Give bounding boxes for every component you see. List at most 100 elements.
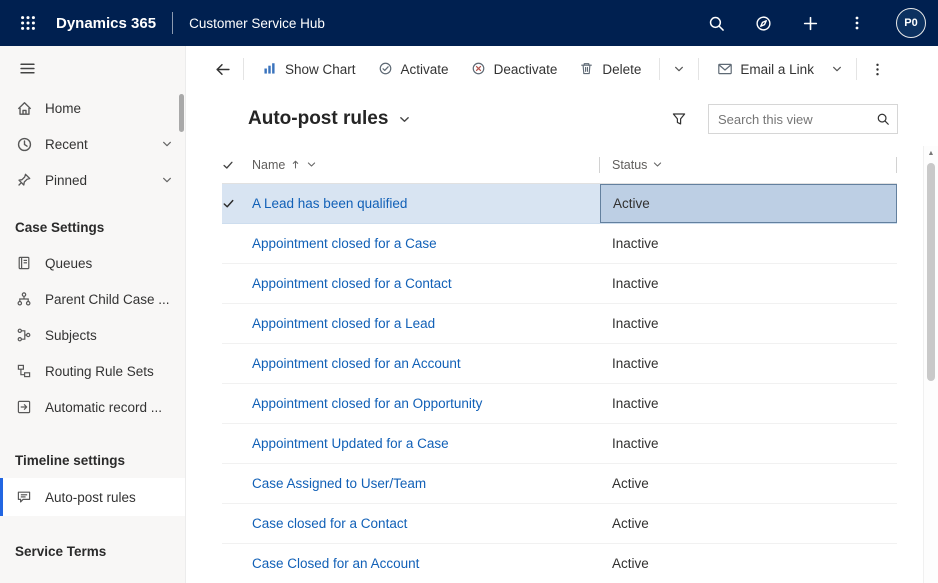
delete-button[interactable]: Delete — [568, 52, 652, 86]
table-row[interactable]: Appointment closed for a Contact Inactiv… — [222, 264, 897, 304]
row-select-checkbox[interactable] — [222, 504, 252, 543]
row-select-checkbox[interactable] — [222, 184, 252, 223]
sidebar-item-home[interactable]: Home — [0, 90, 185, 126]
scrollbar-thumb[interactable] — [927, 163, 935, 381]
sidebar-item-queues[interactable]: Queues — [0, 245, 185, 281]
sidebar-item-label: Subjects — [45, 328, 97, 343]
rule-name-link[interactable]: Appointment closed for a Lead — [252, 304, 600, 343]
main-content: Show Chart Activate Deactivate — [186, 46, 938, 583]
row-select-checkbox[interactable] — [222, 464, 252, 503]
rule-name-link[interactable]: Appointment closed for an Account — [252, 344, 600, 383]
app-name[interactable]: Customer Service Hub — [189, 16, 325, 31]
rule-name-link[interactable]: Case Closed for an Account — [252, 544, 600, 583]
chevron-down-icon[interactable] — [161, 138, 173, 150]
column-header-name[interactable]: Name — [252, 146, 600, 183]
table-row[interactable]: Appointment closed for an Account Inacti… — [222, 344, 897, 384]
view-selector[interactable]: Auto-post rules — [248, 108, 411, 130]
show-chart-button[interactable]: Show Chart — [251, 52, 367, 86]
sidebar-item-label: Parent Child Case ... — [45, 292, 170, 307]
parent-child-case-icon — [15, 290, 33, 308]
rule-status-cell[interactable]: Inactive — [600, 264, 897, 303]
brand-title[interactable]: Dynamics 365 — [56, 15, 156, 32]
row-select-checkbox[interactable] — [222, 264, 252, 303]
chevron-down-icon — [673, 63, 685, 75]
sidebar-item-parent-child-case[interactable]: Parent Child Case ... — [0, 281, 185, 317]
rule-name-link[interactable]: Appointment Updated for a Case — [252, 424, 600, 463]
check-icon — [222, 197, 235, 210]
sidebar: Home Recent Pinned Case Settings — [0, 46, 186, 583]
table-row[interactable]: Case Closed for an Account Active — [222, 544, 897, 583]
column-divider[interactable] — [896, 157, 897, 173]
magnifier-icon[interactable] — [876, 112, 890, 126]
check-icon — [222, 159, 234, 171]
table-row[interactable]: A Lead has been qualified Active — [222, 184, 897, 224]
rule-name-link[interactable]: Appointment closed for an Opportunity — [252, 384, 600, 423]
rule-status-cell[interactable]: Inactive — [600, 384, 897, 423]
rule-name-link[interactable]: A Lead has been qualified — [252, 184, 600, 223]
email-a-link-button[interactable]: Email a Link — [706, 52, 825, 86]
rule-name-link[interactable]: Case closed for a Contact — [252, 504, 600, 543]
chevron-down-icon[interactable] — [161, 174, 173, 186]
rule-status-cell[interactable]: Active — [600, 464, 897, 503]
deactivate-button[interactable]: Deactivate — [460, 52, 569, 86]
email-split-chevron-button[interactable] — [825, 54, 849, 84]
table-row[interactable]: Appointment Updated for a Case Inactive — [222, 424, 897, 464]
quick-create-button[interactable] — [794, 7, 826, 39]
back-button[interactable] — [208, 54, 236, 84]
waffle-menu-button[interactable] — [12, 7, 44, 39]
global-search-button[interactable] — [700, 7, 732, 39]
commandbar-divider — [698, 58, 699, 80]
row-select-checkbox[interactable] — [222, 384, 252, 423]
email-a-link-label: Email a Link — [740, 62, 814, 77]
rule-status-cell[interactable]: Active — [600, 544, 897, 583]
sidebar-item-recent[interactable]: Recent — [0, 126, 185, 162]
sidebar-item-label: Automatic record ... — [45, 400, 162, 415]
row-select-checkbox[interactable] — [222, 544, 252, 583]
column-header-status[interactable]: Status — [600, 146, 897, 183]
search-icon — [708, 15, 725, 32]
rule-status-cell[interactable]: Active — [600, 184, 897, 223]
view-search-box — [708, 104, 898, 134]
table-row[interactable]: Case closed for a Contact Active — [222, 504, 897, 544]
guided-help-button[interactable] — [747, 7, 779, 39]
delete-split-chevron-button[interactable] — [667, 54, 691, 84]
sidebar-item-routing-rule-sets[interactable]: Routing Rule Sets — [0, 353, 185, 389]
table-row[interactable]: Appointment closed for an Opportunity In… — [222, 384, 897, 424]
row-select-checkbox[interactable] — [222, 304, 252, 343]
avatar[interactable]: P0 — [896, 8, 926, 38]
rule-name-link[interactable]: Appointment closed for a Case — [252, 224, 600, 263]
row-select-checkbox[interactable] — [222, 424, 252, 463]
rule-name-link[interactable]: Appointment closed for a Contact — [252, 264, 600, 303]
scroll-up-arrow[interactable]: ▲ — [924, 146, 938, 160]
rule-name-link[interactable]: Case Assigned to User/Team — [252, 464, 600, 503]
rule-status-cell[interactable]: Inactive — [600, 424, 897, 463]
grid-scrollbar[interactable]: ▲ — [923, 146, 938, 583]
sidebar-item-pinned[interactable]: Pinned — [0, 162, 185, 198]
commandbar-overflow-button[interactable] — [864, 54, 892, 84]
sitemap-toggle-button[interactable] — [13, 54, 41, 82]
activate-button[interactable]: Activate — [367, 52, 460, 86]
filter-button[interactable] — [668, 108, 690, 130]
view-search-input[interactable] — [709, 112, 876, 127]
sidebar-item-subjects[interactable]: Subjects — [0, 317, 185, 353]
rules-grid: Name Status — [222, 146, 897, 583]
sidebar-item-automatic-record[interactable]: Automatic record ... — [0, 389, 185, 425]
row-select-checkbox[interactable] — [222, 224, 252, 263]
chevron-down-icon — [398, 113, 411, 126]
rule-status-cell[interactable]: Inactive — [600, 344, 897, 383]
rule-status-cell[interactable]: Inactive — [600, 224, 897, 263]
commandbar-divider — [659, 58, 660, 80]
table-row[interactable]: Appointment closed for a Case Inactive — [222, 224, 897, 264]
table-row[interactable]: Case Assigned to User/Team Active — [222, 464, 897, 504]
select-all-checkbox[interactable] — [222, 159, 252, 171]
topbar-more-button[interactable] — [841, 7, 873, 39]
table-row[interactable]: Appointment closed for a Lead Inactive — [222, 304, 897, 344]
sidebar-item-auto-post-rules[interactable]: Auto-post rules — [0, 478, 185, 516]
rule-status-cell[interactable]: Active — [600, 504, 897, 543]
topbar-divider — [172, 12, 173, 34]
column-header-label: Status — [612, 158, 647, 172]
delete-label: Delete — [602, 62, 641, 77]
row-select-checkbox[interactable] — [222, 344, 252, 383]
sidebar-scrollbar[interactable] — [179, 94, 184, 132]
rule-status-cell[interactable]: Inactive — [600, 304, 897, 343]
